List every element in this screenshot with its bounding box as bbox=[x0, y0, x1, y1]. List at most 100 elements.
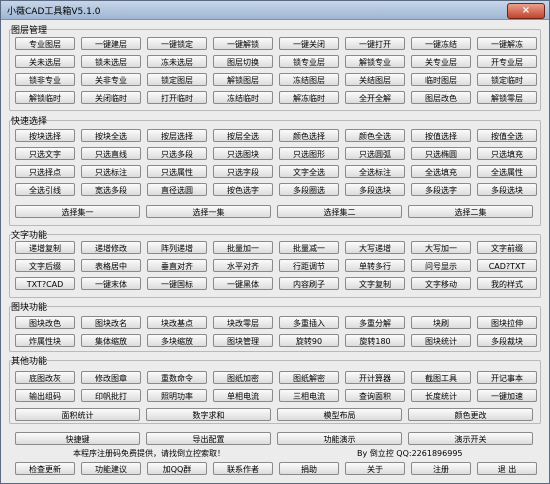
select-button-26[interactable]: 直径选圆 bbox=[147, 183, 207, 196]
bottom-row1-button-3[interactable]: 演示开关 bbox=[408, 432, 533, 445]
text-button-11[interactable]: 水平对齐 bbox=[213, 259, 273, 272]
layer-button-18[interactable]: 锁定图层 bbox=[147, 73, 207, 86]
text-button-9[interactable]: 表格居中 bbox=[81, 259, 141, 272]
bottom-row2-button-5[interactable]: 关于 bbox=[345, 462, 405, 475]
text-button-14[interactable]: 问号显示 bbox=[411, 259, 471, 272]
close-button[interactable]: × bbox=[507, 3, 545, 19]
text-button-19[interactable]: 一键黑体 bbox=[213, 277, 273, 290]
layer-button-19[interactable]: 解锁图层 bbox=[213, 73, 273, 86]
layer-button-3[interactable]: 一键解锁 bbox=[213, 37, 273, 50]
text-button-15[interactable]: CAD?TXT bbox=[477, 259, 537, 272]
block-button-0[interactable]: 图块改色 bbox=[15, 316, 75, 329]
select-button-9[interactable]: 只选直线 bbox=[81, 147, 141, 160]
select-button-8[interactable]: 只选文字 bbox=[15, 147, 75, 160]
select-button-1[interactable]: 按块全选 bbox=[81, 129, 141, 142]
select-button-0[interactable]: 按块选择 bbox=[15, 129, 75, 142]
block-button-1[interactable]: 图块改名 bbox=[81, 316, 141, 329]
select-button-19[interactable]: 只选字段 bbox=[213, 165, 273, 178]
select-button-4[interactable]: 颜色选择 bbox=[279, 129, 339, 142]
layer-button-24[interactable]: 解锁临时 bbox=[15, 91, 75, 104]
select-button-27[interactable]: 按色选字 bbox=[213, 183, 273, 196]
other-button-11[interactable]: 单相电流 bbox=[213, 389, 273, 402]
other-button-15[interactable]: 一键加速 bbox=[477, 389, 537, 402]
layer-button-26[interactable]: 打开临时 bbox=[147, 91, 207, 104]
text-button-21[interactable]: 文字复制 bbox=[345, 277, 405, 290]
bottom-row2-button-6[interactable]: 注册 bbox=[411, 462, 471, 475]
select-button-11[interactable]: 只选图块 bbox=[213, 147, 273, 160]
bottom-row2-button-1[interactable]: 功能建议 bbox=[81, 462, 141, 475]
text-button-6[interactable]: 大写加一 bbox=[411, 241, 471, 254]
layer-button-1[interactable]: 一键建层 bbox=[81, 37, 141, 50]
select-button-16[interactable]: 只选择点 bbox=[15, 165, 75, 178]
select-button-30[interactable]: 多段选字 bbox=[411, 183, 471, 196]
block-button-6[interactable]: 块刷 bbox=[411, 316, 471, 329]
text-button-4[interactable]: 批量减一 bbox=[279, 241, 339, 254]
select-button-18[interactable]: 只选属性 bbox=[147, 165, 207, 178]
select-button-31[interactable]: 多段选块 bbox=[477, 183, 537, 196]
block-button-9[interactable]: 集体缩放 bbox=[81, 334, 141, 347]
text-button-8[interactable]: 文字后缀 bbox=[15, 259, 75, 272]
block-button-7[interactable]: 图块拉伸 bbox=[477, 316, 537, 329]
block-button-10[interactable]: 多块缩放 bbox=[147, 334, 207, 347]
bottom-row2-button-7[interactable]: 退 出 bbox=[477, 462, 537, 475]
other-button-6[interactable]: 截图工具 bbox=[411, 371, 471, 384]
select-button-25[interactable]: 宽选多段 bbox=[81, 183, 141, 196]
layer-button-10[interactable]: 冻未选层 bbox=[147, 55, 207, 68]
layer-button-14[interactable]: 关专业层 bbox=[411, 55, 471, 68]
layer-button-6[interactable]: 一键冻结 bbox=[411, 37, 471, 50]
text-button-5[interactable]: 大写递增 bbox=[345, 241, 405, 254]
bottom-row1-button-0[interactable]: 快捷键 bbox=[15, 432, 140, 445]
layer-button-28[interactable]: 解冻临时 bbox=[279, 91, 339, 104]
selection-set-button-0[interactable]: 选择集一 bbox=[15, 205, 140, 218]
layer-button-2[interactable]: 一键锁定 bbox=[147, 37, 207, 50]
text-button-2[interactable]: 阵列递增 bbox=[147, 241, 207, 254]
other-button-8[interactable]: 输出组码 bbox=[15, 389, 75, 402]
text-button-22[interactable]: 文字移动 bbox=[411, 277, 471, 290]
selection-set-button-2[interactable]: 选择集二 bbox=[277, 205, 402, 218]
other-button-5[interactable]: 开计算器 bbox=[345, 371, 405, 384]
layer-button-9[interactable]: 锁未选层 bbox=[81, 55, 141, 68]
select-button-28[interactable]: 多段圈选 bbox=[279, 183, 339, 196]
layer-button-4[interactable]: 一键关闭 bbox=[279, 37, 339, 50]
select-button-13[interactable]: 只选圆弧 bbox=[345, 147, 405, 160]
block-button-8[interactable]: 炸属性块 bbox=[15, 334, 75, 347]
layer-button-29[interactable]: 全开全解 bbox=[345, 91, 405, 104]
bottom-row2-button-3[interactable]: 联系作者 bbox=[213, 462, 273, 475]
select-button-24[interactable]: 全选引线 bbox=[15, 183, 75, 196]
layer-button-16[interactable]: 锁非专业 bbox=[15, 73, 75, 86]
other-wide-button-3[interactable]: 颜色更改 bbox=[408, 408, 533, 421]
layer-button-5[interactable]: 一键打开 bbox=[345, 37, 405, 50]
layer-button-27[interactable]: 冻结临时 bbox=[213, 91, 273, 104]
layer-button-22[interactable]: 临时图层 bbox=[411, 73, 471, 86]
select-button-15[interactable]: 只选填充 bbox=[477, 147, 537, 160]
bottom-row1-button-2[interactable]: 功能演示 bbox=[277, 432, 402, 445]
text-button-17[interactable]: 一键末体 bbox=[81, 277, 141, 290]
text-button-20[interactable]: 内容刷子 bbox=[279, 277, 339, 290]
other-button-0[interactable]: 底图改灰 bbox=[15, 371, 75, 384]
select-button-3[interactable]: 按层全选 bbox=[213, 129, 273, 142]
layer-button-21[interactable]: 关结图层 bbox=[345, 73, 405, 86]
block-button-2[interactable]: 块改基点 bbox=[147, 316, 207, 329]
other-button-4[interactable]: 图纸解密 bbox=[279, 371, 339, 384]
text-button-0[interactable]: 递增复制 bbox=[15, 241, 75, 254]
select-button-6[interactable]: 按值选择 bbox=[411, 129, 471, 142]
select-button-17[interactable]: 只选标注 bbox=[81, 165, 141, 178]
select-button-5[interactable]: 颜色全选 bbox=[345, 129, 405, 142]
other-button-10[interactable]: 照明功率 bbox=[147, 389, 207, 402]
other-button-7[interactable]: 开记事本 bbox=[477, 371, 537, 384]
other-wide-button-2[interactable]: 模型布局 bbox=[277, 408, 402, 421]
other-wide-button-1[interactable]: 数字求和 bbox=[146, 408, 271, 421]
block-button-14[interactable]: 图块统计 bbox=[411, 334, 471, 347]
block-button-11[interactable]: 图块管理 bbox=[213, 334, 273, 347]
block-button-15[interactable]: 多段裁块 bbox=[477, 334, 537, 347]
other-button-14[interactable]: 长度统计 bbox=[411, 389, 471, 402]
layer-button-17[interactable]: 关非专业 bbox=[81, 73, 141, 86]
selection-set-button-3[interactable]: 选择二集 bbox=[408, 205, 533, 218]
select-button-14[interactable]: 只选椭圆 bbox=[411, 147, 471, 160]
block-button-12[interactable]: 旋转90 bbox=[279, 334, 339, 347]
layer-button-13[interactable]: 解锁专业 bbox=[345, 55, 405, 68]
other-button-3[interactable]: 图纸加密 bbox=[213, 371, 273, 384]
text-button-13[interactable]: 单转多行 bbox=[345, 259, 405, 272]
other-button-2[interactable]: 重数命令 bbox=[147, 371, 207, 384]
layer-button-12[interactable]: 锁专业层 bbox=[279, 55, 339, 68]
